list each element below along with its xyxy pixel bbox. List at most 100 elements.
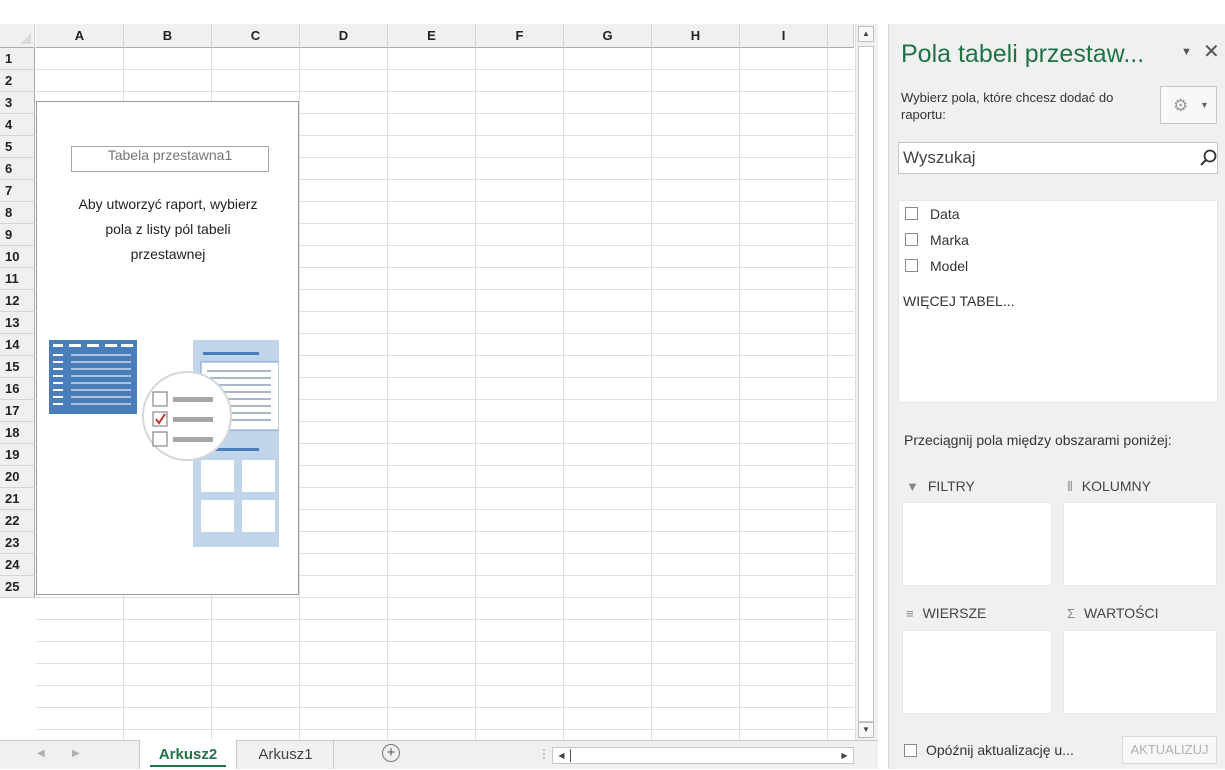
column-header[interactable]: D xyxy=(300,24,388,48)
field-list: Data Marka Model WIĘCEJ TABEL... xyxy=(898,200,1218,403)
sheet-tab-label: Arkusz2 xyxy=(158,746,218,763)
rows-drop-zone[interactable] xyxy=(902,630,1052,714)
chevron-down-icon[interactable]: ▼ xyxy=(1181,46,1192,58)
close-icon[interactable]: ✕ xyxy=(1203,39,1220,64)
row-header[interactable]: 22 xyxy=(0,510,35,532)
horizontal-scrollbar[interactable]: ◀ ▶ xyxy=(552,747,854,764)
row-header[interactable]: 6 xyxy=(0,158,35,180)
column-header[interactable]: G xyxy=(564,24,652,48)
gridline xyxy=(36,619,854,620)
select-all-corner[interactable] xyxy=(0,24,35,48)
field-checkbox[interactable] xyxy=(905,207,918,220)
search-box[interactable] xyxy=(898,142,1218,174)
row-header[interactable]: 5 xyxy=(0,136,35,158)
scrollbar-thumb-edge xyxy=(570,749,571,762)
splitter-handle-icon[interactable]: ⋮ xyxy=(538,747,550,761)
row-header[interactable]: 20 xyxy=(0,466,35,488)
field-checkbox[interactable] xyxy=(905,259,918,272)
column-header-partial[interactable] xyxy=(828,24,854,48)
tools-button[interactable]: ⚙ ▼ xyxy=(1160,86,1217,124)
columns-icon: ⦀ xyxy=(1067,479,1073,494)
row-header[interactable]: 21 xyxy=(0,488,35,510)
row-header[interactable]: 3 xyxy=(0,92,35,114)
columns-area-label: ⦀ KOLUMNY xyxy=(1067,478,1151,495)
row-header[interactable]: 8 xyxy=(0,202,35,224)
row-header[interactable]: 17 xyxy=(0,400,35,422)
gridline xyxy=(827,48,828,740)
row-header[interactable]: 25 xyxy=(0,576,35,598)
scroll-right-button[interactable]: ▶ xyxy=(837,748,852,763)
more-tables-link[interactable]: WIĘCEJ TABEL... xyxy=(903,293,1015,309)
source-table-graphic xyxy=(49,340,137,414)
field-checkbox[interactable] xyxy=(905,233,918,246)
update-button[interactable]: AKTUALIZUJ xyxy=(1122,736,1217,764)
row-header[interactable]: 18 xyxy=(0,422,35,444)
pivot-field-list-pane: Pola tabeli przestaw... ▼ ✕ Wybierz pola… xyxy=(888,24,1225,769)
columns-drop-zone[interactable] xyxy=(1063,502,1217,586)
sheet-tab-label: Arkusz1 xyxy=(258,746,313,763)
pivot-instructions: Aby utworzyć raport, wybierz pola z list… xyxy=(39,192,297,267)
column-header[interactable]: E xyxy=(388,24,476,48)
add-sheet-button[interactable]: + xyxy=(382,744,400,762)
pivot-instruction-line: przestawnej xyxy=(130,246,206,262)
filters-area-label: ▼ FILTRY xyxy=(906,478,975,494)
row-header[interactable]: 11 xyxy=(0,268,35,290)
tab-scroll-left-icon[interactable]: ◀ xyxy=(37,748,45,759)
row-header[interactable]: 14 xyxy=(0,334,35,356)
pivot-table-placeholder[interactable]: Tabela przestawna1 Aby utworzyć raport, … xyxy=(36,101,299,595)
gridline xyxy=(387,48,388,740)
search-icon[interactable] xyxy=(1197,147,1219,169)
gridline xyxy=(36,641,854,642)
gridline xyxy=(651,48,652,740)
row-header[interactable]: 19 xyxy=(0,444,35,466)
row-header[interactable]: 12 xyxy=(0,290,35,312)
row-header[interactable]: 1 xyxy=(0,48,35,70)
pivot-table-name: Tabela przestawna1 xyxy=(71,146,269,172)
gridline xyxy=(36,729,854,730)
scroll-left-button[interactable]: ◀ xyxy=(554,748,569,763)
vertical-scrollbar[interactable]: ▲ ▼ xyxy=(855,24,878,740)
row-header[interactable]: 15 xyxy=(0,356,35,378)
search-input[interactable] xyxy=(903,144,1193,172)
scroll-up-button[interactable]: ▲ xyxy=(858,26,874,42)
tab-scroll-right-icon[interactable]: ▶ xyxy=(72,748,80,759)
row-header[interactable]: 23 xyxy=(0,532,35,554)
row-header[interactable]: 7 xyxy=(0,180,35,202)
row-header[interactable]: 9 xyxy=(0,224,35,246)
chevron-down-icon: ▼ xyxy=(1200,100,1209,110)
field-checklist-graphic xyxy=(142,371,232,461)
values-area-label: Σ WARTOŚCI xyxy=(1067,605,1158,621)
column-header[interactable]: I xyxy=(740,24,828,48)
column-header[interactable]: B xyxy=(124,24,212,48)
defer-update-checkbox[interactable] xyxy=(904,744,917,757)
rows-area-label: ≡ WIERSZE xyxy=(906,605,986,621)
gridline xyxy=(563,48,564,740)
gridline xyxy=(36,69,854,70)
pivot-instruction-line: Aby utworzyć raport, wybierz xyxy=(78,196,258,212)
row-header[interactable]: 16 xyxy=(0,378,35,400)
field-label: Model xyxy=(930,258,969,274)
filters-drop-zone[interactable] xyxy=(902,502,1052,586)
scroll-down-button[interactable]: ▼ xyxy=(858,722,874,738)
row-header[interactable]: 13 xyxy=(0,312,35,334)
row-header[interactable]: 2 xyxy=(0,70,35,92)
gridline xyxy=(36,597,854,598)
scrollbar-thumb[interactable] xyxy=(858,46,874,722)
gridline xyxy=(36,663,854,664)
column-header[interactable]: C xyxy=(212,24,300,48)
pivot-instruction-line: pola z listy pól tabeli xyxy=(105,221,231,237)
sheet-tab-arkusz2[interactable]: Arkusz2 xyxy=(139,740,237,769)
plus-icon: + xyxy=(386,744,396,761)
row-header[interactable]: 24 xyxy=(0,554,35,576)
gridline xyxy=(36,91,854,92)
column-header[interactable]: H xyxy=(652,24,740,48)
row-header[interactable]: 10 xyxy=(0,246,35,268)
column-header[interactable]: F xyxy=(476,24,564,48)
pivot-illustration xyxy=(49,340,279,547)
column-header[interactable]: A xyxy=(36,24,124,48)
sheet-tab-arkusz1[interactable]: Arkusz1 xyxy=(238,740,334,769)
values-drop-zone[interactable] xyxy=(1063,630,1217,714)
row-header[interactable]: 4 xyxy=(0,114,35,136)
pane-subtitle: Wybierz pola, które chcesz dodać do rapo… xyxy=(901,90,1114,122)
field-label: Data xyxy=(930,206,960,222)
